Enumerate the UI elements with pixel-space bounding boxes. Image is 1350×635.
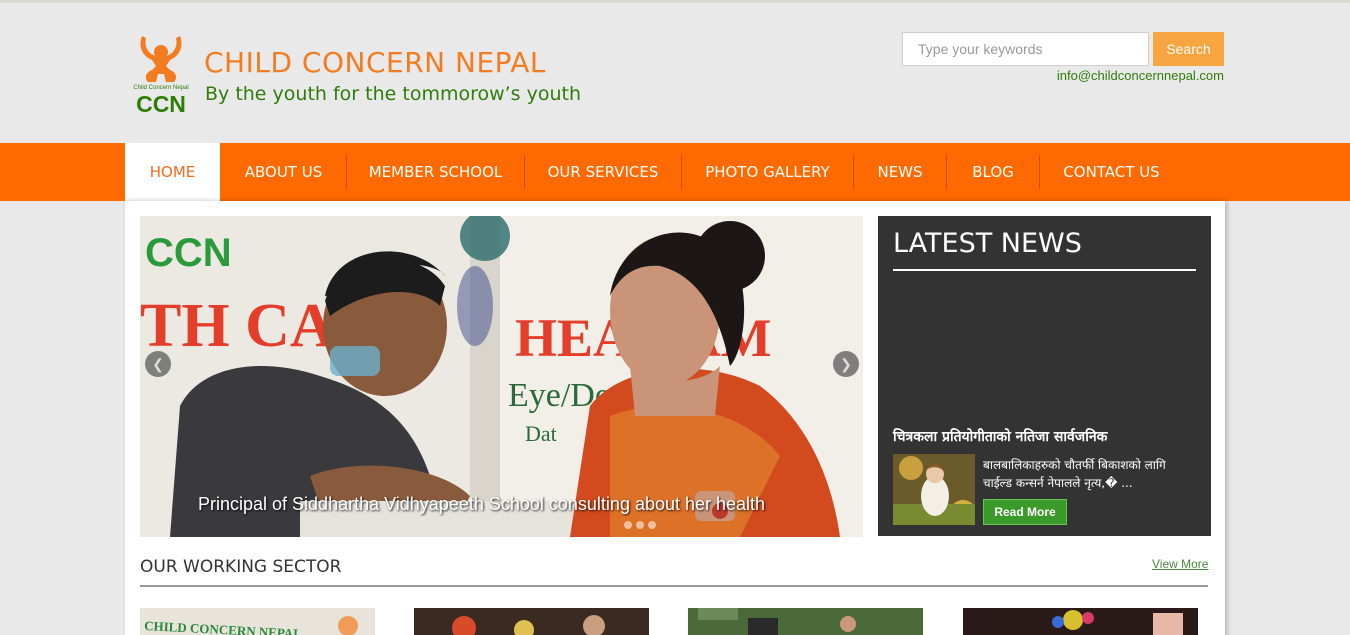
image-slider[interactable]: CCN TH CA HEA CAM Eye/Den Dat ❮ ❯ Princi… <box>140 216 863 537</box>
news-item-thumbnail[interactable] <box>893 454 975 525</box>
sector-photo <box>688 608 923 635</box>
nav-photo-gallery[interactable]: PHOTO GALLERY <box>682 143 853 201</box>
main-navbar: HOME ABOUT US MEMBER SCHOOL OUR SERVICES… <box>0 143 1350 201</box>
sector-thumbnail[interactable]: CHILD CONCERN NEPAL <box>140 608 375 635</box>
sector-thumbnail[interactable] <box>688 608 923 635</box>
slider-dot[interactable] <box>648 521 656 529</box>
view-more-link[interactable]: View More <box>1152 557 1208 571</box>
nav-about-us[interactable]: ABOUT US <box>221 143 346 201</box>
latest-news-panel: LATEST NEWS चित्रकला प्रतियोगीताको नतिजा… <box>878 216 1211 536</box>
chevron-right-icon: ❯ <box>840 356 852 372</box>
search-input[interactable] <box>902 32 1149 66</box>
sector-thumbnail[interactable] <box>963 608 1198 635</box>
nav-home[interactable]: HOME <box>125 143 220 201</box>
slider-dots <box>624 516 660 534</box>
slide-caption: Principal of Siddhartha Vidhyapeeth Scho… <box>198 494 766 514</box>
chevron-left-icon: ❮ <box>152 356 164 372</box>
working-sector-heading: OUR WORKING SECTOR <box>140 557 342 577</box>
ccn-logo[interactable]: Child Concern Nepal CCN <box>130 32 192 114</box>
child-photo <box>893 454 975 525</box>
sector-photo <box>963 608 1198 635</box>
email-link[interactable]: info@childconcernnepal.com <box>1057 68 1224 83</box>
site-title: CHILD CONCERN NEPAL <box>204 46 546 79</box>
slider-prev-arrow[interactable]: ❮ <box>145 351 171 377</box>
sector-thumbnail[interactable] <box>414 608 649 635</box>
banner-text: TH CA <box>140 292 335 360</box>
banner-text: Dat <box>525 421 557 446</box>
nav-our-services[interactable]: OUR SERVICES <box>525 143 681 201</box>
search-button[interactable]: Search <box>1153 32 1224 66</box>
top-border <box>0 0 1350 3</box>
nav-contact-us[interactable]: CONTACT US <box>1040 143 1183 201</box>
nav-blog[interactable]: BLOG <box>947 143 1039 201</box>
news-item-excerpt: बालबालिकाहरुको चौतर्फी बिकाशको लागि चाईल… <box>983 458 1166 490</box>
slider-next-arrow[interactable]: ❯ <box>833 351 859 377</box>
slider-dot[interactable] <box>624 521 632 529</box>
news-item-title[interactable]: चित्रकला प्रतियोगीताको नतिजा सार्वजनिक <box>893 427 1107 446</box>
slide-photo: CCN TH CA HEA CAM Eye/Den Dat <box>140 216 863 537</box>
latest-news-heading: LATEST NEWS <box>893 228 1082 259</box>
logo-text: CCN <box>136 91 186 114</box>
divider <box>140 585 1208 587</box>
nav-member-school[interactable]: MEMBER SCHOOL <box>347 143 524 201</box>
slider-dot[interactable] <box>636 521 644 529</box>
sector-photo: CHILD CONCERN NEPAL <box>140 608 375 635</box>
sector-photo <box>414 608 649 635</box>
site-tagline: By the youth for the tommorow’s youth <box>205 83 582 105</box>
banner-text: CCN <box>145 231 232 275</box>
divider <box>893 269 1196 271</box>
read-more-button[interactable]: Read More <box>983 499 1067 525</box>
nav-news[interactable]: NEWS <box>854 143 946 201</box>
